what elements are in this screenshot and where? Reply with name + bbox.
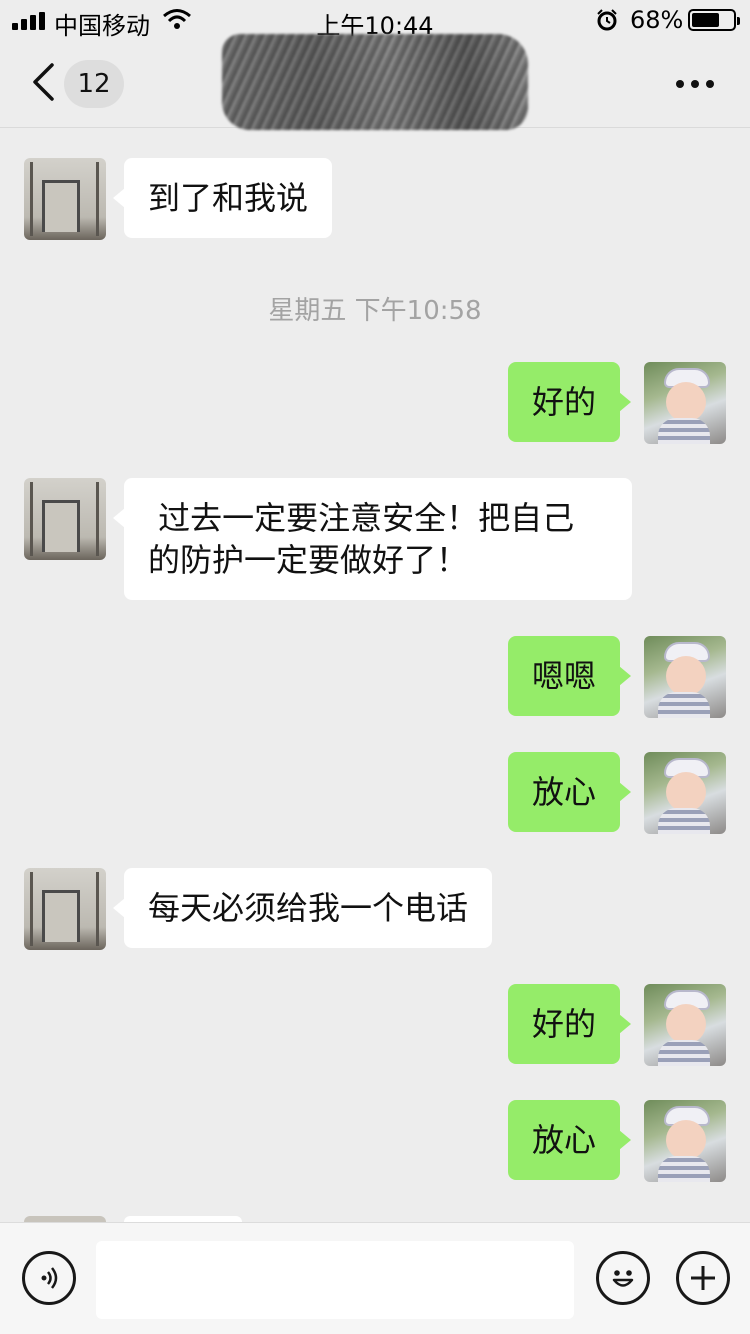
voice-button[interactable] bbox=[22, 1251, 76, 1305]
emoji-icon bbox=[612, 1270, 634, 1287]
unread-count-badge[interactable]: 12 bbox=[64, 60, 124, 108]
voice-icon bbox=[41, 1267, 58, 1289]
user-avatar[interactable] bbox=[644, 362, 726, 444]
plus-icon bbox=[691, 1266, 715, 1290]
chat-title-redacted bbox=[222, 34, 528, 130]
message-bubble-outgoing[interactable]: 放心 bbox=[507, 752, 632, 832]
battery-icon bbox=[688, 9, 740, 31]
alarm-icon bbox=[597, 9, 617, 31]
user-avatar[interactable] bbox=[644, 984, 726, 1066]
chevron-left-icon[interactable] bbox=[30, 62, 56, 102]
user-avatar[interactable] bbox=[644, 752, 726, 834]
message-bubble-outgoing[interactable]: 好的 bbox=[507, 984, 632, 1064]
chat-timestamp: 星期五 下午10:58 bbox=[268, 296, 482, 326]
user-avatar[interactable] bbox=[644, 636, 726, 718]
plus-button[interactable] bbox=[676, 1251, 730, 1305]
message-bubble-incoming[interactable]: 到了和我说 bbox=[112, 158, 333, 238]
message-bubble-outgoing[interactable]: 嗯嗯 bbox=[507, 636, 632, 716]
message-bubble-incoming[interactable]: 过去一定要注意安全！把自己 的防护一定要做好了！ bbox=[113, 478, 632, 600]
emoji-button[interactable] bbox=[596, 1251, 650, 1305]
message-bubble-outgoing[interactable]: 放心 bbox=[507, 1100, 632, 1180]
message-bubble-incoming[interactable]: 每天必须给我一个电话 bbox=[112, 868, 493, 948]
message-bubble-outgoing[interactable]: 好的 bbox=[507, 362, 632, 442]
contact-avatar[interactable] bbox=[24, 158, 106, 240]
more-dots-icon bbox=[676, 80, 684, 88]
more-button[interactable] bbox=[668, 66, 722, 102]
message-input[interactable] bbox=[96, 1241, 574, 1319]
contact-avatar[interactable] bbox=[24, 478, 106, 560]
battery-percent: 68% bbox=[630, 6, 684, 34]
input-bar bbox=[0, 1222, 750, 1334]
user-avatar[interactable] bbox=[644, 1100, 726, 1182]
chat-header: 12 bbox=[0, 34, 750, 130]
contact-avatar[interactable] bbox=[24, 868, 106, 950]
